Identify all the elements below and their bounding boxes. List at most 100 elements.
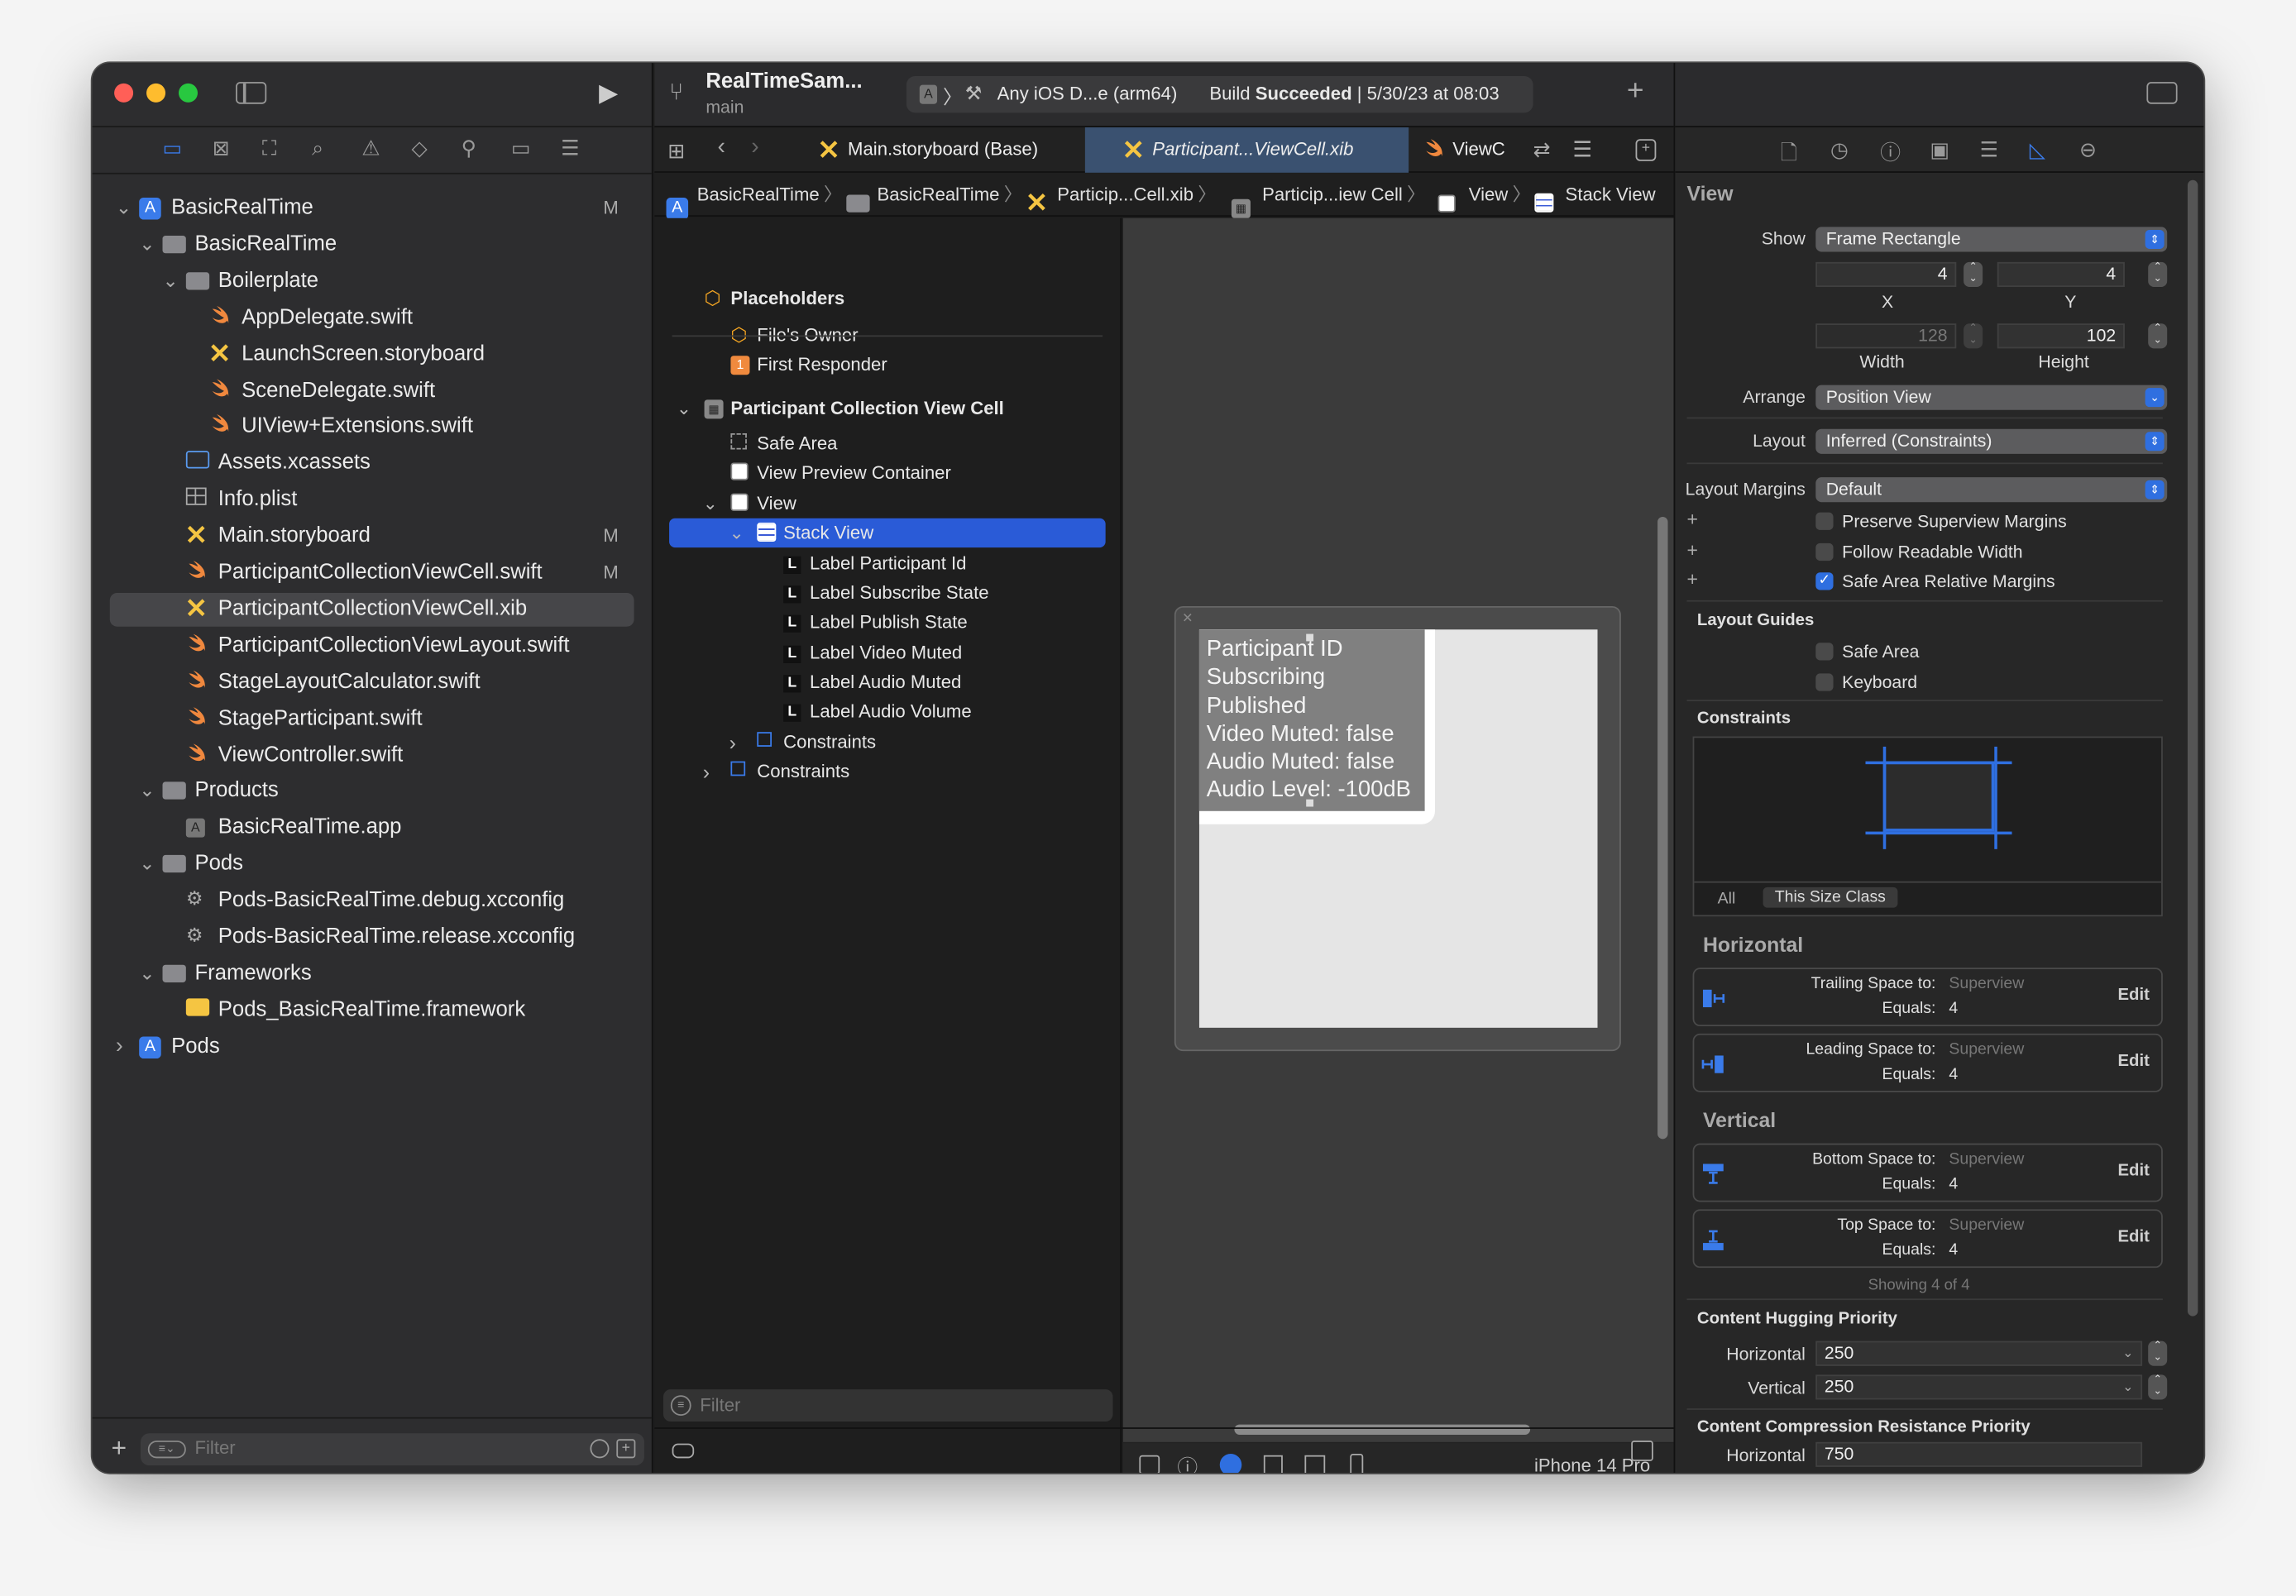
connections-icon[interactable]: ⊖ [2079, 137, 2097, 162]
tab-all[interactable]: All [1718, 890, 1736, 907]
checkbox[interactable] [1815, 512, 1834, 530]
editor-options-icon[interactable]: ☰ [1572, 136, 1592, 162]
show-popup[interactable]: Frame Rectangle ⇕ [1815, 227, 2168, 252]
outline-item[interactable]: L Label Publish State [654, 609, 1122, 635]
chevron-down-icon[interactable]: ⌄ [139, 775, 155, 807]
add-variation-button[interactable]: + [1687, 568, 1698, 590]
stack-view[interactable]: Participant ID Subscribing Published Video … [1198, 629, 1425, 811]
file-tree-item[interactable]: LaunchScreen.storyboard [93, 337, 653, 370]
outline-toggle-icon[interactable] [1139, 1455, 1160, 1474]
outline-item[interactable]: View Preview Container [654, 460, 1122, 486]
compression-horizontal-combo[interactable]: 750 [1815, 1441, 2143, 1467]
jump-bar-item[interactable]: View 〉 [1437, 173, 1531, 217]
file-tree-item[interactable]: ⌄ Products [93, 775, 653, 807]
source-control-filter-icon[interactable]: + [616, 1439, 636, 1459]
scheme-app-icon[interactable]: A [919, 84, 938, 104]
file-tree-item[interactable]: StageLayoutCalculator.swift [93, 666, 653, 698]
project-name[interactable]: RealTimeSam... [706, 70, 862, 93]
layout-margins-popup[interactable]: Default ⇕ [1815, 477, 2168, 503]
y-stepper[interactable]: ⌃ ⌄ [2148, 261, 2168, 287]
constraint-card[interactable]: Top Space to: Superview Equals: 4 Edit [1692, 1209, 2163, 1269]
jump-bar-item[interactable]: Stack View [1534, 173, 1656, 217]
inspector-scrollbar[interactable] [2187, 179, 2198, 1316]
layout-icon[interactable] [1304, 1455, 1326, 1474]
file-tree-item[interactable]: ⌄ Boilerplate [93, 265, 653, 297]
resize-handle[interactable] [1306, 799, 1314, 807]
chevron-down-icon[interactable]: ⌄ [116, 192, 132, 224]
outline-item[interactable]: L Label Participant Id [654, 551, 1122, 577]
file-inspector-icon[interactable]: 🗋 [1781, 137, 1797, 172]
canvas-label[interactable]: Video Muted: false [1207, 720, 1425, 748]
y-field[interactable]: 4 [1997, 261, 2125, 287]
jump-bar-item[interactable]: ▦ Particip...iew Cell 〉 [1231, 173, 1425, 218]
file-tree-item[interactable]: Assets.xcassets [93, 447, 653, 479]
swap-icon[interactable]: ⇄ [1533, 137, 1551, 162]
resize-handle[interactable] [1306, 633, 1314, 642]
jump-bar-item[interactable]: A BasicRealTime 〉 [666, 173, 842, 220]
edit-constraint-button[interactable]: Edit [2117, 1228, 2149, 1245]
outline-item[interactable]: ⌄ ▦ Participant Collection View Cell [654, 395, 1122, 422]
outline-item[interactable]: L Label Audio Muted [654, 669, 1122, 695]
file-tree-item[interactable]: ParticipantCollectionViewCell.xib [93, 593, 653, 625]
file-tree-item[interactable]: ⌄ Frameworks [93, 958, 653, 990]
identity-icon[interactable]: ▣ [1930, 137, 1949, 162]
x-field[interactable]: 4 [1815, 261, 1957, 287]
width-stepper[interactable]: ⌃ ⌄ [1964, 323, 1983, 349]
hugging-horizontal-combo[interactable]: 250 ⌄ [1815, 1340, 2143, 1366]
constraint-card[interactable]: Bottom Space to: Superview Equals: 4 Edit [1692, 1143, 2163, 1202]
outline-item[interactable]: › Constraints [654, 758, 1122, 785]
outline-item[interactable]: › Constraints [654, 729, 1122, 756]
run-button[interactable]: ▶ [599, 79, 618, 108]
file-tree-item[interactable]: ⌄ A BasicRealTime M [93, 192, 653, 224]
tab-this-size-class[interactable]: This Size Class [1763, 886, 1898, 908]
add-file-button[interactable]: + [112, 1433, 127, 1464]
breakpoint-icon[interactable]: ▭ [511, 136, 530, 161]
canvas-label[interactable]: Participant ID [1207, 635, 1425, 663]
jump-bar-item[interactable]: BasicRealTime 〉 [846, 173, 1022, 217]
checkbox[interactable] [1815, 672, 1834, 690]
chevron-right-icon[interactable]: › [116, 1030, 123, 1063]
back-button[interactable]: ‹ [717, 135, 725, 161]
navigator-filter-field[interactable]: ≡⌄ Filter + [140, 1433, 644, 1466]
accessibility-icon[interactable]: ⓘ [1177, 1452, 1198, 1473]
chevron-down-icon[interactable]: ⌄ [139, 228, 155, 260]
horizontal-scrollbar[interactable] [1234, 1424, 1531, 1435]
chevron-down-icon[interactable]: ⌄ [729, 519, 744, 546]
outline-item[interactable]: L Label Audio Volume [654, 698, 1122, 724]
report-icon[interactable]: ☰ [561, 136, 579, 161]
vertical-scrollbar[interactable] [1657, 516, 1668, 1140]
file-tree-item[interactable]: ⚙ Pods-BasicRealTime.debug.xcconfig [93, 884, 653, 916]
add-editor-icon[interactable]: + [1635, 139, 1657, 161]
find-icon[interactable]: ⌕ [312, 136, 323, 161]
file-tree-item[interactable]: ViewController.swift [93, 738, 653, 771]
chevron-down-icon[interactable]: ⌄ [703, 490, 718, 517]
x-stepper[interactable]: ⌃ ⌄ [1964, 261, 1983, 287]
width-field[interactable]: 128 [1815, 323, 1957, 349]
edit-constraint-button[interactable]: Edit [2117, 1053, 2149, 1070]
constraint-card[interactable]: Trailing Space to: Superview Equals: 4 Edit [1692, 968, 2163, 1027]
recent-files-icon[interactable] [590, 1439, 610, 1459]
file-tree-item[interactable]: Pods_BasicRealTime.framework [93, 994, 653, 1026]
file-tree-item[interactable]: ⚙ Pods-BasicRealTime.release.xcconfig [93, 921, 653, 953]
arrange-popup[interactable]: Position View ⌄ [1815, 385, 2168, 410]
chevron-down-icon[interactable]: ⌄ [139, 848, 155, 880]
outline-item[interactable]: ⌄ Stack View [654, 519, 1122, 546]
editor-tab[interactable]: Main.storyboard (Base) [804, 127, 1085, 173]
outline-item[interactable]: 1 First Responder [654, 351, 1122, 378]
chevron-down-icon[interactable]: ⌄ [163, 265, 179, 297]
outline-item[interactable]: L Label Subscribe State [654, 580, 1122, 606]
source-control-icon[interactable]: ⊠ [213, 136, 230, 161]
help-icon[interactable]: ⓘ [1880, 137, 1901, 166]
outline-item[interactable]: ⌄ View [654, 490, 1122, 517]
grid-icon[interactable]: ⊞ [667, 139, 685, 164]
canvas-label[interactable]: Subscribing [1207, 664, 1425, 692]
library-add-button[interactable]: + [1627, 74, 1644, 108]
file-tree-item[interactable]: ⌄ BasicRealTime [93, 228, 653, 260]
cell-scene[interactable]: ✕ Participant ID Subscribing Published Vide… [1174, 605, 1621, 1052]
outline-filter-field[interactable]: ≡ Filter [662, 1389, 1113, 1422]
canvas-label[interactable]: Audio Muted: false [1207, 748, 1425, 776]
add-variation-button[interactable]: + [1687, 508, 1698, 530]
file-tree-item[interactable]: ⌄ Pods [93, 848, 653, 880]
editor-tab[interactable]: Participant...ViewCell.xib [1084, 127, 1409, 173]
editor-tab[interactable]: ViewC [1409, 127, 1526, 173]
